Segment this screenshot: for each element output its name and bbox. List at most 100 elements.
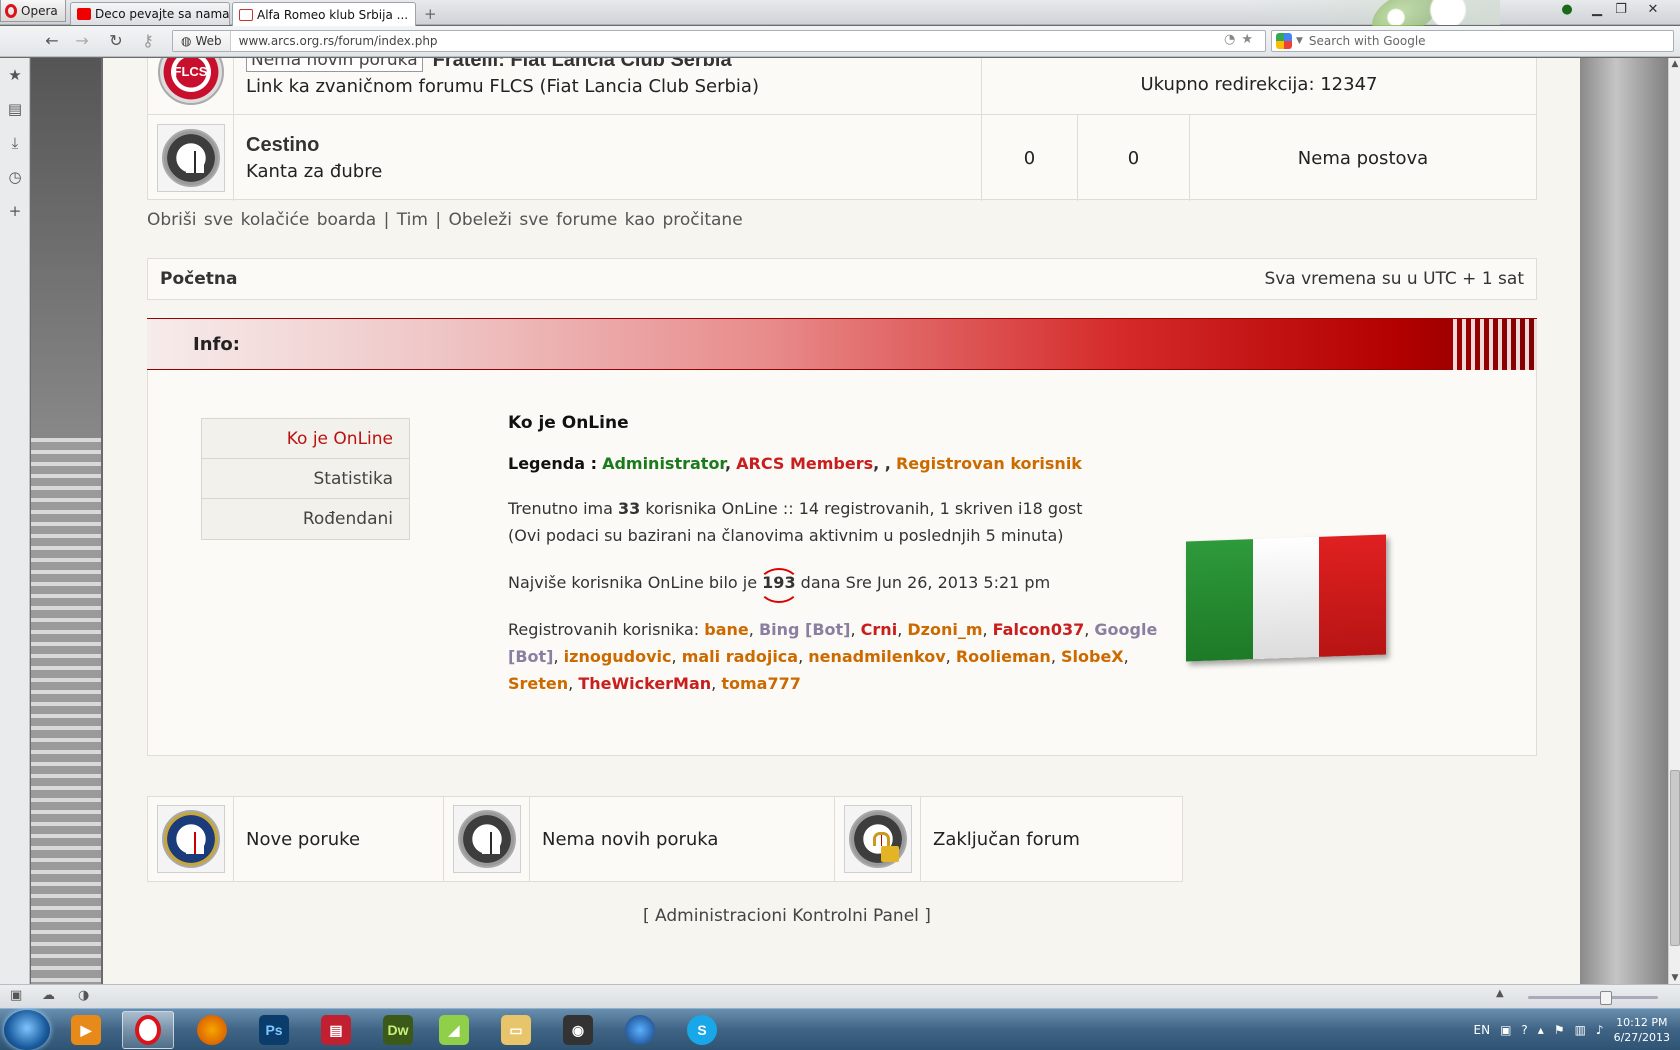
delete-cookies-link[interactable]: Obriši sve kolačiće boarda bbox=[147, 210, 376, 230]
opera-unite-icon[interactable]: ● bbox=[1554, 1, 1580, 19]
taskbar-corel[interactable]: ◢ bbox=[428, 1011, 480, 1049]
online-user-link[interactable]: nenadmilenkov bbox=[808, 647, 945, 666]
tab-title: Alfa Romeo klub Srbija ... bbox=[257, 7, 409, 22]
camera-icon: ◉ bbox=[563, 1015, 593, 1045]
max-text-b: dana Sre Jun 26, 2013 5:21 pm bbox=[800, 573, 1051, 592]
legend-registered[interactable]: Registrovan korisnik bbox=[896, 454, 1082, 473]
lock-icon bbox=[848, 810, 907, 868]
taskbar-firefox[interactable] bbox=[186, 1011, 238, 1049]
site-info-badge[interactable]: ◍ Web bbox=[173, 31, 231, 51]
tab-birthdays[interactable]: Rođendani bbox=[202, 499, 409, 539]
online-user-link[interactable]: Roolieman bbox=[956, 647, 1051, 666]
taskbar-photoshop[interactable]: Ps bbox=[248, 1011, 300, 1049]
home-link[interactable]: Početna bbox=[160, 269, 237, 289]
scrollbar-thumb[interactable] bbox=[1670, 770, 1680, 946]
globe-icon: ◍ bbox=[181, 34, 192, 48]
taskbar-camera[interactable]: ◉ bbox=[552, 1011, 604, 1049]
online-user-link[interactable]: Bing [Bot] bbox=[759, 620, 851, 639]
taskbar-save-app[interactable]: ▤ bbox=[310, 1011, 362, 1049]
tray-expand-icon[interactable]: ▴ bbox=[1538, 1023, 1544, 1037]
collapse-icon[interactable] bbox=[1453, 319, 1537, 371]
taskbar-dreamweaver[interactable]: Dw bbox=[372, 1011, 424, 1049]
online-user-link[interactable]: iznogudovic bbox=[564, 647, 672, 666]
url-text[interactable]: www.arcs.org.rs/forum/index.php bbox=[231, 34, 438, 48]
notes-icon[interactable]: ▤ bbox=[0, 92, 30, 126]
admin-control-panel-link[interactable]: [ Administracioni Kontrolni Panel ] bbox=[643, 906, 931, 926]
chevron-down-icon[interactable]: ▼ bbox=[1296, 36, 1303, 46]
scroll-up-icon[interactable]: ▲ bbox=[1669, 58, 1680, 70]
start-button[interactable] bbox=[4, 1010, 50, 1050]
help-icon[interactable]: ? bbox=[1521, 1023, 1527, 1037]
bookmarks-star-icon[interactable]: ★ bbox=[0, 58, 30, 92]
online-user-link[interactable]: bane bbox=[704, 620, 749, 639]
forum-title-link[interactable]: Fratelli: Fiat Lancia Club Serbia bbox=[433, 58, 732, 72]
key-icon[interactable]: ⚷ bbox=[136, 31, 160, 51]
downloads-icon[interactable]: ⤓ bbox=[0, 126, 30, 160]
restore-button[interactable]: ❐ bbox=[1608, 1, 1634, 19]
who-is-online-section: Ko je OnLine Legenda : Administrator, AR… bbox=[508, 410, 1188, 717]
separator: | bbox=[383, 210, 390, 230]
forum-legend: Nove poruke Nema novih poruka Zaključan … bbox=[147, 796, 1183, 882]
add-panel-icon[interactable]: + bbox=[0, 194, 30, 228]
alfa-grey-logo-icon bbox=[161, 129, 220, 187]
turbo-icon[interactable]: ◑ bbox=[78, 988, 89, 1003]
online-user-link[interactable]: TheWickerMan bbox=[578, 674, 711, 693]
flag-icon[interactable]: ⚑ bbox=[1554, 1023, 1565, 1037]
close-window-button[interactable]: ✕ bbox=[1640, 1, 1666, 19]
cloud-icon[interactable]: ☁ bbox=[42, 988, 55, 1003]
italian-flag-image bbox=[1186, 534, 1387, 662]
zoom-up-icon[interactable]: ▲ bbox=[1496, 988, 1504, 999]
online-user-link[interactable]: toma777 bbox=[721, 674, 801, 693]
forum-title-link[interactable]: Cestino bbox=[246, 134, 319, 157]
tab-statistics[interactable]: Statistika bbox=[202, 459, 409, 499]
opera-menu-button[interactable]: Opera bbox=[0, 0, 66, 22]
panel-toggle-icon[interactable]: ▣ bbox=[10, 988, 22, 1003]
clock[interactable]: 10:12 PM 6/27/2013 bbox=[1614, 1015, 1670, 1045]
clock-time: 10:12 PM bbox=[1616, 1016, 1668, 1029]
new-tab-button[interactable]: + bbox=[424, 5, 437, 23]
network-icon[interactable]: ▥ bbox=[1575, 1023, 1586, 1037]
taskbar-explorer[interactable]: ▭ bbox=[490, 1011, 542, 1049]
forum-table: Nema novih poruka Fratelli: Fiat Lancia … bbox=[147, 58, 1537, 201]
online-user-link[interactable]: Sreten bbox=[508, 674, 568, 693]
mark-read-link[interactable]: Obeleži sve forume kao pročitane bbox=[448, 210, 742, 230]
language-indicator[interactable]: EN bbox=[1474, 1023, 1491, 1037]
taskbar-media-player[interactable]: ▶ bbox=[60, 1011, 112, 1049]
google-earth-icon bbox=[625, 1015, 655, 1045]
legend-admin[interactable]: Administrator bbox=[602, 454, 725, 473]
volume-icon[interactable]: ♪ bbox=[1596, 1023, 1604, 1037]
tab-youtube[interactable]: Deco pevajte sa nama -... bbox=[70, 2, 230, 25]
address-field[interactable]: ◍ Web www.arcs.org.rs/forum/index.php ◔★ bbox=[172, 30, 1266, 52]
zoom-slider[interactable] bbox=[1528, 991, 1658, 1005]
opera-logo-icon bbox=[5, 3, 17, 18]
online-text-b: korisnika OnLine :: 14 registrovanih, 1 … bbox=[645, 499, 1083, 518]
online-user-link[interactable]: Crni bbox=[861, 620, 898, 639]
scroll-down-icon[interactable]: ▼ bbox=[1669, 972, 1680, 984]
google-icon[interactable] bbox=[1276, 33, 1292, 49]
tab-who-is-online[interactable]: Ko je OnLine bbox=[202, 419, 409, 459]
taskbar-opera[interactable] bbox=[122, 1011, 174, 1049]
page-scrollbar[interactable]: ▲ ▼ bbox=[1668, 58, 1680, 984]
online-user-link[interactable]: Falcon037 bbox=[993, 620, 1085, 639]
legend-icon-cell bbox=[835, 797, 921, 881]
minimize-button[interactable]: ▁ bbox=[1584, 1, 1610, 19]
forward-button[interactable]: → bbox=[70, 31, 94, 51]
back-button[interactable]: ← bbox=[40, 31, 64, 51]
reload-button[interactable]: ↻ bbox=[104, 31, 128, 51]
tab-arcs-forum[interactable]: Alfa Romeo klub Srbija ... × bbox=[232, 2, 416, 26]
online-user-link[interactable]: mali radojica bbox=[682, 647, 798, 666]
taskbar-skype[interactable]: S bbox=[676, 1011, 728, 1049]
tray-app-icon[interactable]: ▣ bbox=[1500, 1023, 1511, 1037]
alfa-favicon-icon bbox=[239, 8, 253, 21]
photoshop-icon: Ps bbox=[259, 1015, 289, 1045]
online-user-link[interactable]: SlobeX bbox=[1061, 647, 1124, 666]
taskbar-google-earth[interactable] bbox=[614, 1011, 666, 1049]
search-field[interactable]: ▼ Search with Google bbox=[1271, 30, 1674, 52]
legend-members[interactable]: ARCS Members bbox=[736, 454, 873, 473]
posts-count: 0 bbox=[1078, 115, 1190, 201]
rss-bookmark-icons[interactable]: ◔★ bbox=[1224, 32, 1259, 47]
online-user-link[interactable]: Dzoni_m bbox=[907, 620, 982, 639]
team-link[interactable]: Tim bbox=[397, 210, 428, 230]
close-tab-icon[interactable]: × bbox=[408, 8, 415, 22]
history-clock-icon[interactable]: ◷ bbox=[0, 160, 30, 194]
